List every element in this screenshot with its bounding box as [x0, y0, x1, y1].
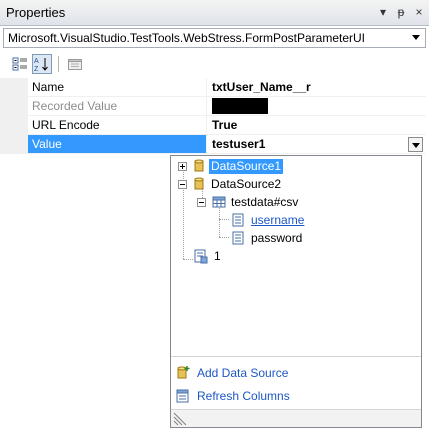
- data-source-picker: DataSource1 DataSource2 testdata#csv use…: [170, 155, 422, 428]
- row-gutter: [0, 97, 28, 116]
- tree-connector: [219, 237, 229, 238]
- property-row-recorded-value[interactable]: Recorded Value: [0, 97, 429, 116]
- properties-toolbar: A Z: [0, 52, 429, 76]
- tree-node-label[interactable]: DataSource2: [209, 177, 283, 192]
- categorized-icon: [12, 57, 27, 71]
- property-value[interactable]: txtUser_Name__r: [207, 78, 426, 97]
- pin-icon[interactable]: ᵽ: [395, 5, 407, 19]
- tree-node-label[interactable]: 1: [212, 249, 223, 264]
- database-icon: [194, 177, 204, 190]
- collapse-testdata-icon[interactable]: [197, 198, 206, 207]
- tree-node-label[interactable]: username: [249, 213, 306, 228]
- svg-text:Z: Z: [34, 66, 39, 72]
- tree-node-password[interactable]: password: [231, 230, 304, 246]
- property-name: Recorded Value: [28, 97, 206, 116]
- object-selector-value: Microsoft.VisualStudio.TestTools.WebStre…: [8, 31, 366, 45]
- resize-grip[interactable]: [171, 409, 421, 427]
- tree-node-datasource1[interactable]: DataSource1: [193, 158, 284, 174]
- database-icon: [194, 159, 204, 172]
- row-gutter: [0, 116, 28, 135]
- add-data-source-icon: [177, 366, 190, 379]
- property-value-text[interactable]: testuser1: [212, 137, 265, 151]
- refresh-columns-label[interactable]: Refresh Columns: [197, 389, 290, 403]
- property-pages-button[interactable]: [65, 54, 85, 74]
- property-value[interactable]: True: [207, 116, 426, 135]
- property-value[interactable]: testuser1: [207, 135, 426, 154]
- refresh-columns-link[interactable]: Refresh Columns: [175, 387, 290, 405]
- value-dropdown-button[interactable]: [408, 137, 423, 152]
- alphabetical-button[interactable]: A Z: [32, 54, 52, 74]
- data-context-icon: [194, 249, 208, 264]
- row-gutter: [0, 135, 28, 154]
- alphabetical-icon: A Z: [34, 58, 48, 72]
- property-grid: Name txtUser_Name__r Recorded Value URL …: [0, 78, 429, 154]
- property-name: Name: [28, 78, 206, 97]
- collapse-datasource2-icon[interactable]: [178, 180, 187, 189]
- svg-text:A: A: [34, 58, 39, 65]
- tree-node-data-context[interactable]: 1: [193, 248, 223, 264]
- table-icon: [212, 196, 226, 208]
- property-pages-icon: [68, 59, 82, 70]
- refresh-columns-icon: [176, 389, 189, 403]
- properties-window-titlebar: Properties ▾ ᵽ ×: [0, 0, 429, 26]
- add-data-source-link[interactable]: Add Data Source: [175, 364, 288, 382]
- property-value: [207, 97, 426, 116]
- tree-node-datasource2[interactable]: DataSource2: [193, 176, 283, 192]
- property-name: URL Encode: [28, 116, 206, 135]
- tree-node-testdata-csv[interactable]: testdata#csv: [212, 194, 300, 210]
- property-row-url-encode[interactable]: URL Encode True: [0, 116, 429, 135]
- resize-grip-icon: [173, 412, 187, 426]
- row-gutter: [0, 78, 28, 97]
- tree-node-label[interactable]: DataSource1: [209, 158, 284, 174]
- expand-datasource1-icon[interactable]: [178, 162, 187, 171]
- tree-connector: [219, 206, 220, 237]
- window-controls: ▾ ᵽ ×: [377, 5, 425, 19]
- window-title: Properties: [6, 5, 66, 20]
- chevron-down-icon[interactable]: [412, 35, 420, 40]
- picker-actions: Add Data Source Refresh Columns: [171, 356, 421, 408]
- property-row-value[interactable]: Value testuser1: [0, 135, 429, 154]
- window-dropdown-icon[interactable]: ▾: [377, 5, 389, 19]
- tree-connector: [219, 219, 229, 220]
- tree-connector: [183, 259, 193, 260]
- column-icon: [232, 231, 244, 245]
- object-selector-dropdown[interactable]: Microsoft.VisualStudio.TestTools.WebStre…: [3, 28, 426, 48]
- toolbar-separator: [58, 56, 59, 72]
- property-name: Value: [28, 135, 206, 154]
- tree-node-label[interactable]: testdata#csv: [229, 195, 300, 210]
- data-source-tree: DataSource1 DataSource2 testdata#csv use…: [171, 156, 421, 356]
- redacted-value: [212, 98, 268, 114]
- close-icon[interactable]: ×: [413, 5, 425, 19]
- property-row-name[interactable]: Name txtUser_Name__r: [0, 78, 429, 97]
- tree-node-label[interactable]: password: [249, 231, 304, 246]
- categorized-button[interactable]: [10, 54, 30, 74]
- column-icon: [232, 213, 244, 227]
- add-data-source-label[interactable]: Add Data Source: [197, 366, 288, 380]
- tree-node-username[interactable]: username: [231, 212, 306, 228]
